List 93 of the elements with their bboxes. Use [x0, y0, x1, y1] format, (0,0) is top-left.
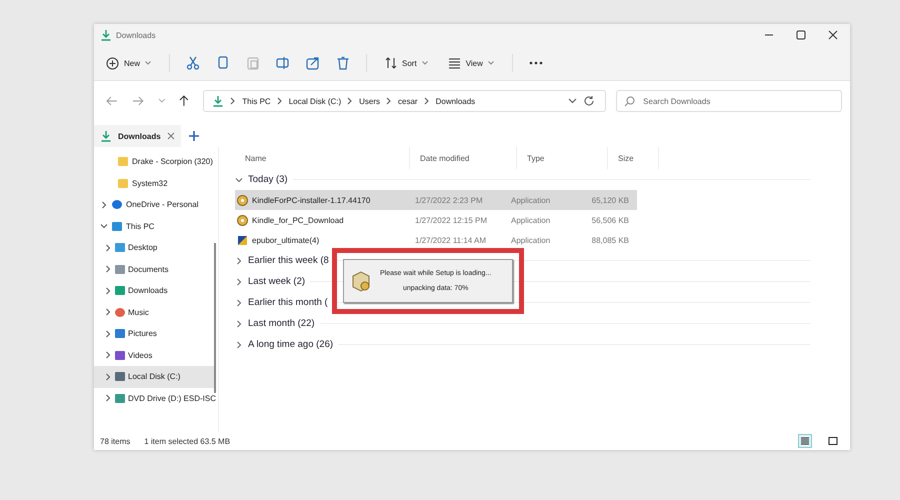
rename-icon[interactable] — [276, 56, 290, 70]
download-icon — [100, 29, 112, 41]
search-icon — [624, 96, 636, 107]
disc-icon — [237, 194, 248, 206]
chevron-icon[interactable] — [104, 265, 112, 274]
group-header[interactable]: Today (3) — [248, 174, 288, 185]
chevron-icon[interactable] — [104, 372, 112, 381]
group-header[interactable]: Last month (22) — [248, 318, 315, 329]
path-segment[interactable]: Users — [359, 96, 380, 106]
plus-circle-icon — [106, 56, 119, 70]
more-icon[interactable] — [528, 61, 543, 65]
file-row[interactable]: KindleForPC-installer-1.17.44170 1/27/2022 2:23 PM Application 65,120 KB — [235, 190, 637, 210]
back-arrow-icon[interactable] — [106, 96, 118, 106]
chevron-icon[interactable] — [235, 256, 243, 264]
chevron-icon[interactable] — [235, 176, 243, 184]
cut-icon[interactable] — [186, 56, 200, 70]
group-header[interactable]: Earlier this week (8 — [248, 255, 329, 266]
view-button[interactable]: View — [446, 55, 496, 71]
sidebar-item[interactable]: Documents — [94, 258, 215, 280]
share-icon[interactable] — [306, 56, 320, 70]
chevron-icon — [424, 97, 430, 105]
sidebar-item[interactable]: Pictures — [94, 323, 215, 344]
sort-arrows-icon — [385, 57, 398, 69]
caret-icon — [422, 61, 428, 65]
download-icon — [212, 95, 224, 107]
chevron-icon[interactable] — [100, 222, 108, 230]
path-segment[interactable]: cesar — [398, 96, 418, 106]
caret-icon — [488, 61, 494, 65]
chevron-icon[interactable] — [104, 244, 112, 252]
chevron-icon[interactable] — [235, 278, 243, 286]
group-header[interactable]: Earlier this month ( — [248, 297, 328, 308]
chevron-icon[interactable] — [104, 330, 112, 338]
copy-icon[interactable] — [216, 56, 230, 70]
chevron-icon — [230, 97, 236, 105]
box-icon — [350, 270, 372, 292]
search-field[interactable]: Search Downloads — [616, 90, 842, 112]
sidebar-item[interactable]: This PC — [94, 216, 215, 237]
file-row[interactable]: Kindle_for_PC_Download 1/27/2022 12:15 PM Application 56,506 KB — [235, 210, 637, 230]
path-segment[interactable]: Downloads — [436, 96, 476, 106]
chevron-icon[interactable] — [100, 200, 108, 209]
refresh-icon[interactable] — [583, 95, 596, 107]
folder-icon — [118, 157, 128, 166]
download-icon — [100, 130, 112, 142]
file-row[interactable]: epubor_ultimate(4) 1/27/2022 11:14 AM Application 88,085 KB — [235, 230, 637, 250]
chevron-icon[interactable] — [235, 298, 243, 306]
path-segment[interactable]: This PC — [242, 96, 271, 106]
maximize-icon[interactable] — [796, 30, 806, 40]
chevron-icon[interactable] — [104, 308, 112, 316]
sidebar-item[interactable]: System32 — [94, 172, 215, 194]
add-tab-icon[interactable] — [188, 131, 199, 141]
column-header[interactable]: Name — [235, 147, 410, 169]
column-header[interactable]: Date modified — [410, 147, 517, 169]
sidebar-item[interactable]: Videos — [94, 344, 215, 366]
disc-icon — [237, 214, 248, 226]
sidebar-item[interactable]: Music — [94, 302, 215, 323]
chevron-icon — [347, 97, 354, 105]
chevron-icon[interactable] — [104, 286, 112, 295]
selection-info: 1 item selected 63.5 MB — [144, 436, 230, 446]
chevron-icon — [276, 97, 283, 105]
group-header[interactable]: A long time ago (26) — [248, 339, 334, 350]
column-header[interactable]: Size — [608, 147, 659, 169]
sidebar-item[interactable]: OneDrive - Personal — [94, 194, 215, 216]
folder-tab[interactable]: Downloads — [94, 125, 181, 147]
path-segment[interactable]: Local Disk (C:) — [288, 96, 342, 106]
address-bar[interactable]: This PC Local Disk (C:) Users cesar Downloads — [203, 90, 606, 112]
sidebar-item[interactable]: DVD Drive (D:) ESD-ISC — [94, 388, 215, 409]
sidebar-item[interactable]: Desktop — [94, 237, 215, 258]
sidebar-item[interactable]: Local Disk (C:) — [94, 366, 215, 388]
forward-arrow-icon[interactable] — [132, 96, 144, 106]
delete-icon[interactable] — [336, 56, 350, 70]
column-header[interactable]: Type — [517, 147, 608, 169]
app-icon — [237, 234, 248, 246]
item-count: 78 items — [100, 436, 130, 446]
close-icon[interactable] — [828, 30, 838, 40]
chevron-icon[interactable] — [235, 340, 243, 348]
new-button[interactable]: New — [104, 54, 154, 72]
chevron-icon — [386, 97, 392, 105]
lines-icon — [448, 57, 461, 69]
chevron-icon[interactable] — [104, 351, 112, 360]
folder-icon — [118, 178, 128, 188]
sidebar-item[interactable]: Downloads — [94, 280, 215, 302]
chevron-icon[interactable] — [235, 320, 243, 328]
chevron-icon[interactable] — [104, 394, 112, 402]
chevron-down-icon[interactable] — [568, 98, 578, 104]
sidebar-item[interactable]: Drake - Scorpion (320) — [94, 151, 215, 172]
group-header[interactable]: Last week (2) — [248, 276, 306, 287]
details-view-icon[interactable] — [798, 434, 812, 448]
up-arrow-icon[interactable] — [179, 95, 190, 107]
tiles-view-icon[interactable] — [826, 434, 840, 448]
sort-button[interactable]: Sort — [383, 55, 430, 71]
window-title: Downloads — [116, 30, 156, 40]
scrollbar[interactable] — [214, 243, 216, 393]
caret-icon — [145, 61, 152, 65]
